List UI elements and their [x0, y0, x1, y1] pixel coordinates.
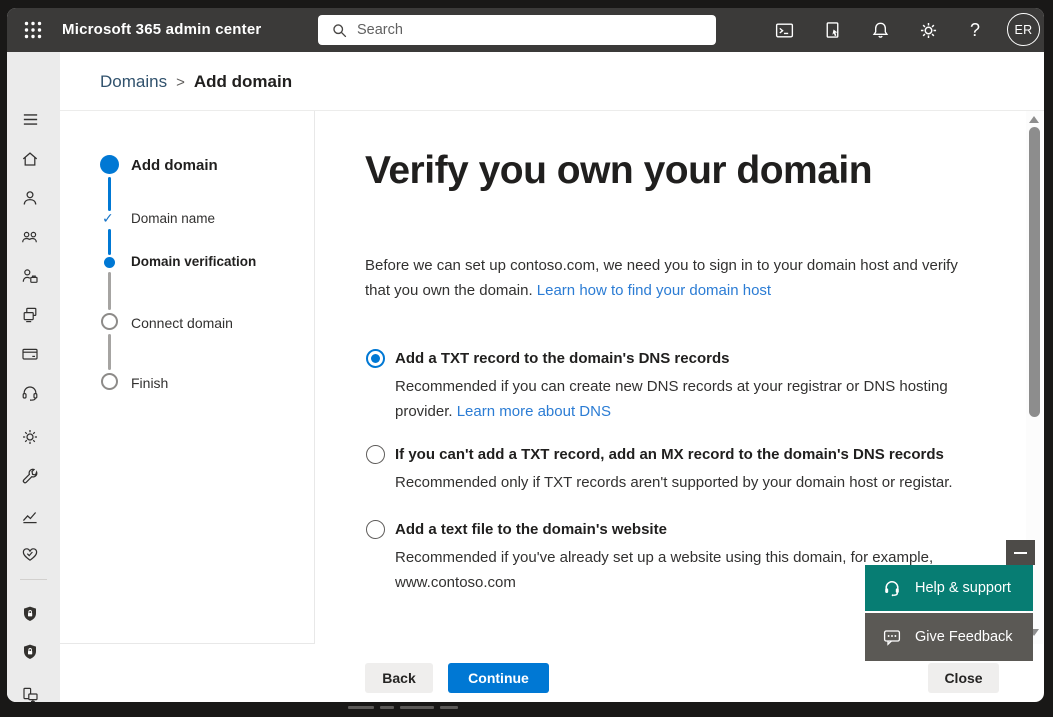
- step-label-connect-domain[interactable]: Connect domain: [131, 315, 233, 331]
- step-bullet-connect-domain: [101, 313, 118, 330]
- notifications-icon[interactable]: [864, 14, 896, 46]
- menu-icon[interactable]: [17, 106, 43, 132]
- users-icon[interactable]: [17, 185, 43, 211]
- waffle-grid-icon: [23, 20, 43, 40]
- scroll-up-arrow-icon[interactable]: [1029, 116, 1039, 123]
- find-domain-host-link[interactable]: Learn how to find your domain host: [537, 282, 771, 299]
- wizard-steps-panel: ✓ Add domain Domain name Domain verifica…: [60, 111, 315, 644]
- close-button[interactable]: Close: [928, 663, 999, 693]
- compliance-icon[interactable]: [17, 639, 43, 665]
- step-connector: [108, 177, 111, 211]
- option-label[interactable]: Add a TXT record to the domain's DNS rec…: [395, 349, 986, 369]
- radio-mx-record[interactable]: [366, 445, 385, 464]
- search-input[interactable]: [357, 22, 687, 38]
- intro-text: Before we can set up contoso.com, we nee…: [365, 253, 965, 303]
- send-feedback-icon[interactable]: [816, 14, 848, 46]
- app-window: Microsoft 365 admin center: [7, 8, 1044, 702]
- account-avatar[interactable]: ER: [1007, 13, 1040, 46]
- settings-icon[interactable]: [17, 424, 43, 450]
- continue-button[interactable]: Continue: [448, 663, 549, 693]
- breadcrumb-current: Add domain: [194, 72, 292, 92]
- step-bullet-add-domain: [100, 155, 119, 174]
- help-support-label: Help & support: [915, 580, 1011, 596]
- app-title[interactable]: Microsoft 365 admin center: [62, 8, 261, 52]
- teams-icon[interactable]: [17, 224, 43, 250]
- health-icon[interactable]: [17, 541, 43, 567]
- step-label-domain-name[interactable]: Domain name: [131, 211, 215, 226]
- help-icon[interactable]: ?: [959, 14, 991, 46]
- give-feedback-button[interactable]: Give Feedback: [865, 613, 1033, 661]
- minus-icon: [1014, 552, 1027, 554]
- step-label-domain-verification[interactable]: Domain verification: [131, 254, 256, 269]
- option-description: Recommended if you can create new DNS re…: [395, 374, 955, 424]
- support-icon[interactable]: [17, 380, 43, 406]
- option-description: Recommended only if TXT records aren't s…: [395, 470, 995, 495]
- step-bullet-finish: [101, 373, 118, 390]
- step-label-add-domain[interactable]: Add domain: [131, 157, 218, 174]
- headset-icon: [882, 578, 902, 598]
- step-bullet-domain-verification: [104, 257, 115, 268]
- minimize-help-button[interactable]: [1006, 540, 1035, 565]
- option-label[interactable]: Add a text file to the domain's website: [395, 520, 986, 540]
- billing-icon[interactable]: [17, 341, 43, 367]
- breadcrumb: Domains > Add domain: [100, 72, 292, 92]
- background-window-remnant: [348, 706, 458, 709]
- option-mx-record: If you can't add a TXT record, add an MX…: [366, 445, 986, 495]
- avatar-initials: ER: [1015, 23, 1033, 37]
- setup-icon[interactable]: [17, 464, 43, 490]
- settings-icon[interactable]: [912, 14, 944, 46]
- option-label[interactable]: If you can't add a TXT record, add an MX…: [395, 445, 986, 465]
- roles-icon[interactable]: [17, 263, 43, 289]
- radio-txt-record[interactable]: [366, 349, 385, 368]
- question-mark-glyph: ?: [970, 20, 980, 41]
- learn-more-dns-link[interactable]: Learn more about DNS: [457, 403, 611, 420]
- devices-icon[interactable]: [17, 302, 43, 328]
- step-check-domain-name: ✓: [102, 210, 114, 227]
- feedback-bubble-icon: [882, 627, 902, 647]
- home-icon[interactable]: [17, 146, 43, 172]
- breadcrumb-domains[interactable]: Domains: [100, 72, 167, 92]
- option-txt-record: Add a TXT record to the domain's DNS rec…: [366, 349, 986, 424]
- nav-divider: [20, 579, 47, 580]
- reports-icon[interactable]: [17, 503, 43, 529]
- scrollbar-thumb[interactable]: [1029, 127, 1040, 417]
- step-label-finish[interactable]: Finish: [131, 375, 168, 391]
- breadcrumb-separator: >: [176, 74, 185, 91]
- step-connector: [108, 272, 111, 310]
- step-connector: [108, 334, 111, 370]
- help-support-button[interactable]: Help & support: [865, 565, 1033, 611]
- left-nav-rail: [7, 52, 60, 702]
- endpoint-manager-icon[interactable]: [17, 682, 43, 702]
- page-title: Verify you own your domain: [365, 149, 872, 193]
- search-icon: [331, 22, 348, 39]
- cloud-shell-icon[interactable]: [768, 14, 800, 46]
- security-icon[interactable]: [17, 601, 43, 627]
- radio-text-file[interactable]: [366, 520, 385, 539]
- back-button[interactable]: Back: [365, 663, 433, 693]
- top-app-bar: Microsoft 365 admin center: [7, 8, 1044, 52]
- step-connector: [108, 229, 111, 255]
- search-box: [318, 15, 716, 45]
- app-launcher-icon[interactable]: [15, 12, 51, 48]
- page-header: Domains > Add domain: [60, 52, 1044, 111]
- give-feedback-label: Give Feedback: [915, 629, 1013, 645]
